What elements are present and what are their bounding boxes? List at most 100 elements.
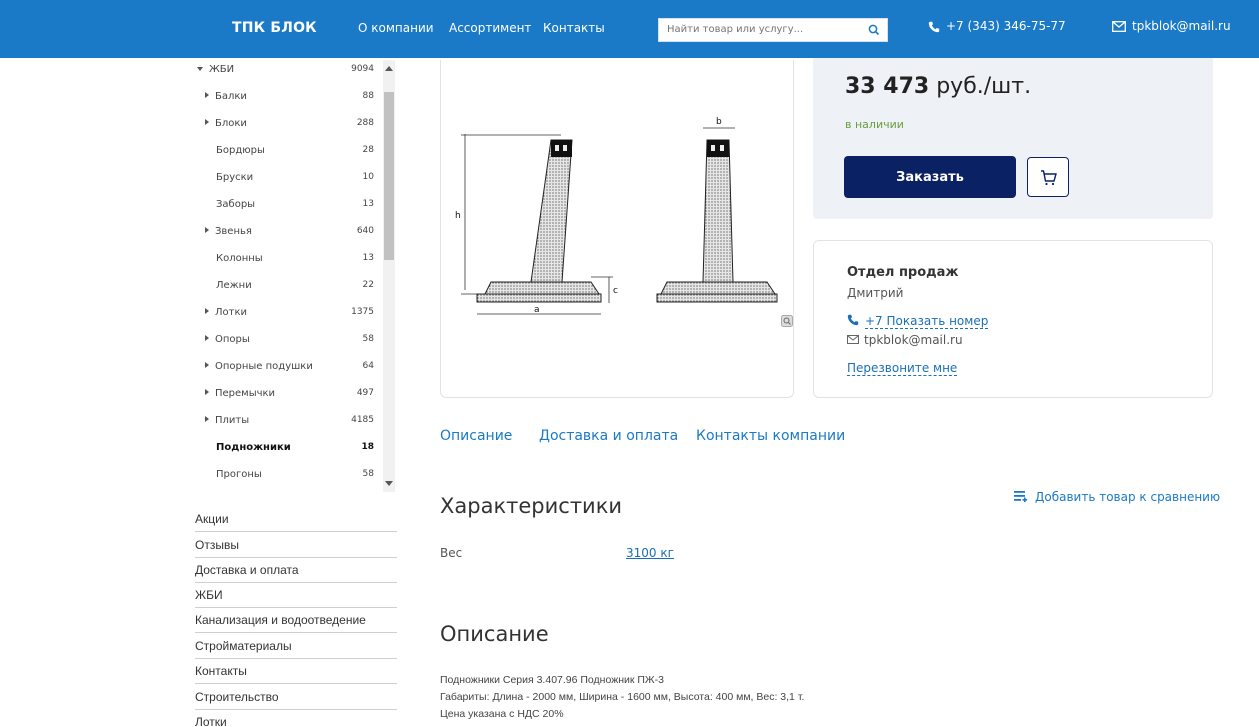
add-to-cart-button[interactable] [1027,157,1069,197]
tree-item-label: Заборы [216,199,256,210]
description-line: Подножники Серия 3.407.96 Подножник ПЖ-3 [440,674,664,686]
contact-email[interactable]: tpkblok@mail.ru [847,333,963,347]
tree-item-label: Блоки [215,118,247,129]
tab-company-contacts[interactable]: Контакты компании [696,428,845,444]
tree-item[interactable]: Колонны 13 [195,247,380,273]
tree-item[interactable]: Заборы 13 [195,193,380,219]
search-input[interactable] [667,24,857,35]
tree-item[interactable]: Плиты 4185 [195,409,380,435]
tree-item[interactable]: Подножники 18 [195,436,380,462]
tree-item[interactable]: Лежни 22 [195,274,380,300]
search-box [658,18,888,42]
show-phone-link[interactable]: +7 Показать номер [847,314,989,329]
tree-item-count: 58 [362,469,374,479]
tab-description[interactable]: Описание [440,428,512,444]
nav-contacts[interactable]: Контакты [543,21,605,35]
tree-item-label: Колонны [216,253,263,264]
tree-item-count: 28 [362,145,374,155]
tree-item-count: 10 [362,172,374,182]
tree-item[interactable]: Лотки 1375 [195,301,380,327]
tree-item-label: Прогоны [216,469,262,480]
caret-right-icon [205,335,209,341]
header-phone[interactable]: +7 (343) 346-75-77 [928,19,1066,33]
caret-right-icon [205,362,209,368]
caret-right-icon [205,308,209,314]
tree-item-count: 13 [362,199,374,209]
tree-item-count: 13 [362,253,374,263]
tree-item-label: Перемычки [215,388,276,399]
nav-assortment[interactable]: Ассортимент [449,21,531,35]
tree-item-count: 22 [362,280,374,290]
phone-icon [928,21,940,32]
tree-item[interactable]: Бруски 10 [195,166,380,192]
caret-right-icon [205,92,209,98]
specs-title: Характеристики [440,494,623,518]
tree-item-label: Плиты [215,415,250,426]
header-email-text: tpkblok@mail.ru [1132,19,1231,33]
side-menu-item[interactable]: Лотки [195,709,397,727]
price-card: 33 473 руб./шт. в наличии Заказать [813,58,1213,219]
tree-item[interactable]: Опорные подушки 64 [195,355,380,381]
header-phone-text: +7 (343) 346-75-77 [946,19,1066,33]
price-value: 33 473 [845,74,930,99]
tree-item[interactable]: Блоки 288 [195,112,380,138]
side-menu-item[interactable]: Стройматериалы [195,633,397,659]
price-unit: руб./шт. [936,74,1032,99]
compare-list-icon [1014,491,1028,502]
tree-item-count: 4185 [351,415,374,425]
nav-about[interactable]: О компании [358,21,434,35]
scroll-thumb[interactable] [384,92,394,260]
sales-contact-card: Отдел продаж Дмитрий +7 Показать номер t… [813,240,1213,398]
callback-link[interactable]: Перезвоните мне [847,361,958,376]
header-email[interactable]: tpkblok@mail.ru [1112,19,1231,33]
tree-item-label: Опорные подушки [215,361,313,372]
tree-item-count: 640 [356,226,374,236]
tree-item[interactable]: Перемычки 497 [195,382,380,408]
department-title: Отдел продаж [847,265,959,280]
tree-item-count: 18 [361,442,374,452]
cart-icon [1041,170,1057,186]
side-menu-item[interactable]: Акции [195,506,397,532]
scroll-up-arrow-icon[interactable] [385,66,393,71]
tree-scrollbar[interactable] [383,60,395,492]
drawing-label-b: b [716,117,722,127]
product-image-card[interactable]: h a c b [440,60,794,398]
site-logo[interactable]: ТПК БЛОК [232,20,317,36]
description-line: Цена указана с НДС 20% [440,708,564,720]
side-menu-item[interactable]: Доставка и оплата [195,557,397,583]
scroll-down-arrow-icon[interactable] [385,481,393,486]
side-menu-item[interactable]: Контакты [195,658,397,684]
tree-item[interactable]: Звенья 640 [195,220,380,246]
tree-item[interactable]: Балки 88 [195,85,380,111]
side-menu-item[interactable]: Строительство [195,684,397,710]
mail-icon [847,335,859,344]
compare-link[interactable]: Добавить товар к сравнению [1014,490,1220,504]
tree-item[interactable]: Прогоны 58 [195,463,380,489]
stock-status: в наличии [845,118,904,131]
drawing-label-h: h [455,211,461,221]
side-menu-item[interactable]: Канализация и водоотведение [195,607,397,633]
side-menu-item[interactable]: ЖБИ [195,582,397,608]
tree-item-count: 88 [362,91,374,101]
tree-item[interactable]: Опоры 58 [195,328,380,354]
drawing-label-c: c [613,286,618,296]
contact-person: Дмитрий [847,286,904,300]
tree-item-label: Лотки [215,307,248,318]
caret-right-icon [205,227,209,233]
tree-item[interactable]: Бордюры 28 [195,139,380,165]
tree-item-label: Лежни [216,280,252,291]
catalog-tree: ЖБИ 9094 Балки 88 Блоки 288 Бордюры 28 Бруски 1… [195,58,395,498]
tree-item-count: 1375 [351,307,374,317]
product-drawing: h a c b [455,117,778,315]
tab-delivery[interactable]: Доставка и оплата [539,428,678,444]
tree-item-label: Подножники [216,442,291,453]
side-menu-item[interactable]: Отзывы [195,532,397,558]
tree-item-count: 58 [362,334,374,344]
tree-item-label: Бруски [216,172,254,183]
order-button[interactable]: Заказать [844,156,1016,198]
search-icon[interactable] [867,23,881,37]
tree-item-zhbi[interactable]: ЖБИ 9094 [195,58,380,84]
tree-item-label: Опоры [215,334,250,345]
spec-value[interactable]: 3100 кг [626,546,674,560]
zoom-icon[interactable] [781,315,793,327]
